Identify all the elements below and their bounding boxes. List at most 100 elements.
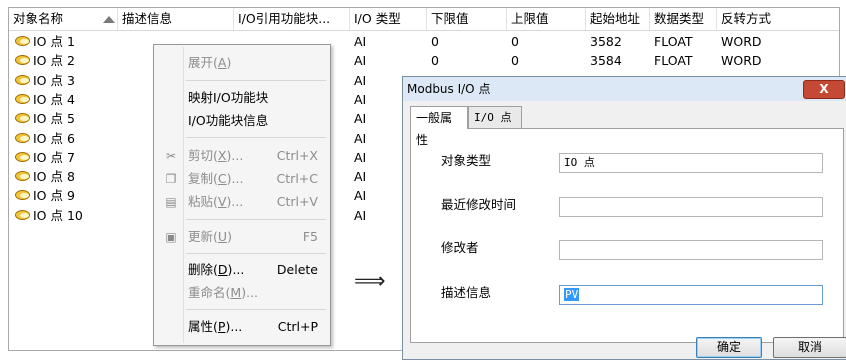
last-modified-field[interactable]	[559, 197, 823, 217]
column-header-low-limit[interactable]: 下限值	[427, 8, 507, 30]
menu-item-label: 重命名(M)...	[188, 285, 259, 300]
menu-item-delete[interactable]: 删除(D)... Delete	[156, 259, 328, 281]
cell-reverse-mode: WORD	[717, 51, 762, 70]
column-header-data-type[interactable]: 数据类型	[650, 8, 717, 30]
column-header-io-block[interactable]: I/O引用功能块...	[234, 8, 350, 30]
cell-data-type: FLOAT	[650, 32, 693, 51]
sort-ascending-icon	[103, 16, 115, 23]
column-header-label: 数据类型	[654, 11, 705, 26]
cell-io-type: AI	[350, 167, 366, 186]
cell-io-type: AI	[350, 32, 366, 51]
cell-text: WORD	[721, 34, 762, 49]
cell-text: AI	[354, 169, 367, 185]
cell-object-name: IO 点 2	[11, 51, 75, 70]
io-point-icon	[15, 151, 32, 163]
cell-text: IO 点 8	[33, 169, 75, 185]
menu-item-shortcut: Ctrl+C	[276, 171, 318, 186]
column-header-label: 上限值	[511, 11, 549, 26]
menu-item-shortcut: Ctrl+X	[276, 148, 318, 163]
cancel-button[interactable]: 取消	[773, 337, 846, 358]
cell-high-limit: 0	[507, 51, 519, 70]
tab-panel-general: 对象类型 IO 点 最近修改时间 修改者 描述信息 PV	[410, 128, 844, 343]
scissors-icon: ✂	[165, 149, 177, 163]
description-field[interactable]: PV	[559, 285, 823, 305]
io-point-icon	[15, 209, 32, 221]
menu-item-paste[interactable]: ▤ 粘贴(V)... Ctrl+V	[156, 191, 328, 213]
context-menu: 展开(A) 映射I/O功能块 I/O功能块信息 ✂ 剪切(X)... Ctrl+…	[153, 44, 331, 346]
column-header-label: 起始地址	[590, 11, 641, 26]
right-arrow-icon: ⟹	[354, 269, 386, 294]
tab-general[interactable]: 一般属性	[410, 106, 468, 147]
column-header-high-limit[interactable]: 上限值	[507, 8, 586, 30]
cell-reverse-mode: WORD	[717, 32, 762, 51]
cell-start-address: 3584	[586, 51, 622, 70]
cell-io-type: AI	[350, 129, 366, 148]
table-row[interactable]: IO 点 1 AI 0 0 3582 FLOAT WORD	[9, 32, 839, 51]
menu-item-label: I/O功能块信息	[188, 113, 269, 128]
menu-item-label: 剪切(X)...	[188, 148, 244, 163]
menu-item-properties[interactable]: 属性(P)... Ctrl+P	[156, 316, 328, 338]
column-header-label: I/O 类型	[354, 11, 401, 26]
menu-item-expand[interactable]: 展开(A)	[156, 52, 328, 74]
cell-text: AI	[354, 130, 367, 146]
paste-icon: ▤	[165, 195, 177, 209]
column-header-start-address[interactable]: 起始地址	[586, 8, 650, 30]
menu-item-copy[interactable]: ❐ 复制(C)... Ctrl+C	[156, 168, 328, 190]
menu-item-map-io-block[interactable]: 映射I/O功能块	[156, 87, 328, 109]
cell-text: 0	[431, 34, 439, 49]
column-header-label: I/O引用功能块...	[238, 11, 331, 26]
column-header-reverse-mode[interactable]: 反转方式	[717, 8, 839, 30]
modified-by-label: 修改者	[441, 240, 479, 255]
menu-separator	[186, 253, 326, 254]
cell-text: AI	[354, 53, 367, 69]
menu-item-label: 展开(A)	[188, 55, 232, 70]
cell-text: 0	[511, 53, 519, 69]
ok-button[interactable]: 确定	[696, 337, 762, 358]
io-point-icon	[15, 54, 32, 66]
menu-item-refresh[interactable]: ▣ 更新(U) F5	[156, 226, 328, 248]
menu-item-io-block-info[interactable]: I/O功能块信息	[156, 110, 328, 132]
dialog-title-bar[interactable]: Modbus I/O 点 X	[403, 77, 846, 101]
menu-separator	[186, 309, 326, 310]
menu-separator	[186, 219, 326, 220]
cell-io-type: AI	[350, 109, 366, 128]
modified-by-field[interactable]	[559, 240, 823, 260]
cell-text: IO 点 1	[33, 34, 75, 49]
io-point-icon	[15, 112, 32, 124]
column-header-object-name[interactable]: 对象名称	[9, 8, 118, 30]
column-header-description[interactable]: 描述信息	[118, 8, 234, 30]
selected-text: PV	[564, 288, 580, 301]
menu-item-label: 删除(D)...	[188, 262, 245, 277]
object-type-field[interactable]: IO 点	[559, 153, 823, 173]
cell-text: IO 点 9	[33, 188, 75, 204]
io-point-icon	[15, 35, 32, 47]
table-row[interactable]: IO 点 2 AI 0 0 3584 FLOAT WORD	[9, 51, 839, 70]
cell-object-name: IO 点 4	[11, 90, 75, 109]
cell-object-name: IO 点 10	[11, 206, 83, 225]
cell-io-type: AI	[350, 206, 366, 225]
copy-icon: ❐	[165, 172, 177, 186]
cell-text: AI	[354, 207, 367, 223]
cell-text: AI	[354, 111, 367, 127]
dialog-title: Modbus I/O 点	[407, 82, 491, 96]
menu-item-rename[interactable]: 重命名(M)...	[156, 282, 328, 304]
cell-object-name: IO 点 1	[11, 32, 75, 51]
cell-object-name: IO 点 3	[11, 71, 75, 90]
modbus-io-dialog: Modbus I/O 点 X 一般属性 I/O 点 对象类型 IO 点 最近修改…	[402, 76, 846, 360]
tab-io-point[interactable]: I/O 点	[468, 106, 522, 128]
cell-data-type: FLOAT	[650, 51, 693, 70]
cell-low-limit: 0	[427, 51, 439, 70]
cell-text: IO 点 4	[33, 91, 75, 107]
column-header-io-type[interactable]: I/O 类型	[350, 8, 427, 30]
description-label: 描述信息	[441, 285, 492, 300]
cell-io-type: AI	[350, 186, 366, 205]
io-point-icon	[15, 170, 32, 182]
cell-high-limit: 0	[507, 32, 519, 51]
column-header-label: 下限值	[431, 11, 469, 26]
menu-item-cut[interactable]: ✂ 剪切(X)... Ctrl+X	[156, 145, 328, 167]
cell-object-name: IO 点 9	[11, 186, 75, 205]
menu-item-shortcut: Ctrl+V	[276, 194, 318, 209]
cell-start-address: 3582	[586, 32, 622, 51]
cell-text: AI	[354, 34, 367, 49]
close-button[interactable]: X	[803, 80, 845, 99]
